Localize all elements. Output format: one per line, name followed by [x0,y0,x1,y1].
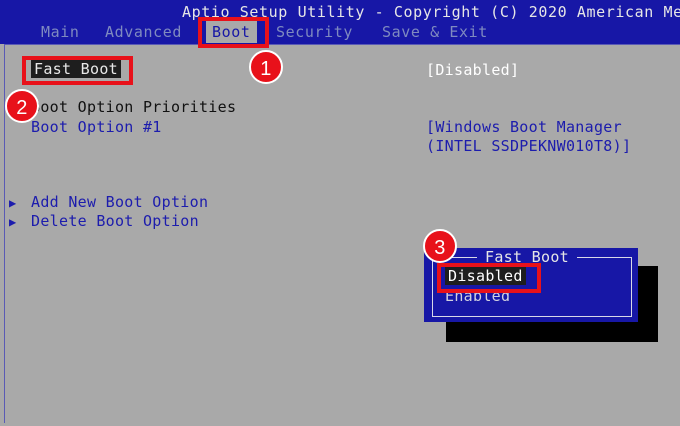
tab-main[interactable]: Main [41,23,80,41]
submenu-arrow-icon: ▶ [9,196,17,210]
boot-option-1-label[interactable]: Boot Option #1 [31,118,162,136]
boot-priorities-heading: Boot Option Priorities [31,98,237,116]
boot-option-1-value-line2: (INTEL SSDPEKNW010T8)] [426,137,632,155]
step-badge-1: 1 [249,50,283,84]
step-badge-3: 3 [423,229,457,263]
tab-advanced[interactable]: Advanced [105,23,182,41]
step-badge-2: 2 [5,89,39,123]
submenu-arrow-icon: ▶ [9,215,17,229]
boot-option-1-value-line1[interactable]: [Windows Boot Manager [426,118,622,136]
tab-save-exit[interactable]: Save & Exit [382,23,488,41]
tab-security[interactable]: Security [276,23,353,41]
title-bar: Aptio Setup Utility - Copyright (C) 2020… [0,0,680,44]
delete-boot-option[interactable]: Delete Boot Option [31,212,199,230]
add-new-boot-option[interactable]: Add New Boot Option [31,193,208,211]
fast-boot-value: [Disabled] [426,61,520,79]
highlight-box-fast-boot [22,56,133,85]
highlight-box-disabled [437,263,541,293]
highlight-box-boot-tab [198,17,269,48]
